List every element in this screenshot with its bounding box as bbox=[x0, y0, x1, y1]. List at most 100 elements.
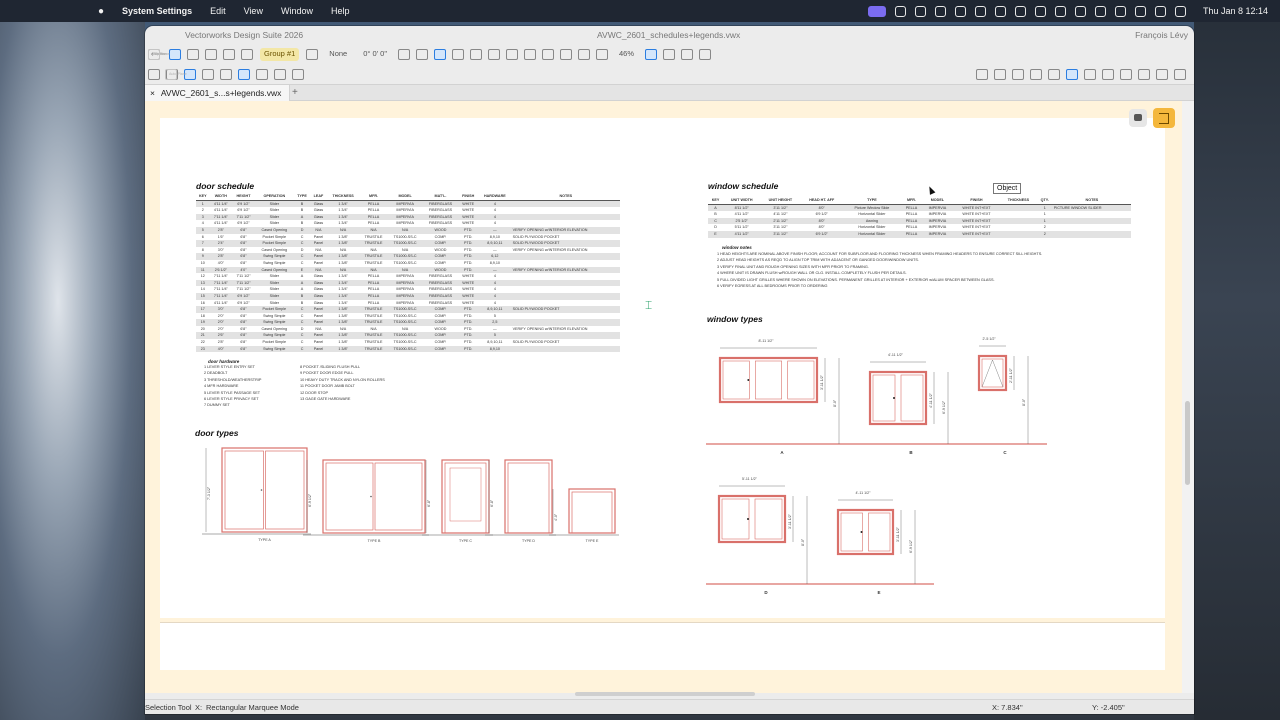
box-icon[interactable] bbox=[1048, 68, 1060, 80]
scrollbar-thumb[interactable] bbox=[1185, 401, 1190, 485]
door-schedule-row[interactable]: 15 7'11 1/4" 6'9 1/2" Slider B Glass 1 3/4" PEL… bbox=[196, 292, 620, 300]
door-schedule-row[interactable]: 1 4'11 1/4" 6'9 1/2" Slider B Glass 1 3/4" PELL… bbox=[196, 200, 620, 208]
add-tab-button[interactable]: + bbox=[292, 87, 298, 98]
door-schedule-row[interactable]: 21 2'6" 6'8" Swing Simple C Panel 1 3/8" TRUSTI… bbox=[196, 332, 620, 340]
image-icon[interactable] bbox=[1084, 68, 1096, 80]
menu-help[interactable]: Help bbox=[331, 6, 350, 16]
zoom-field[interactable]: 46% bbox=[615, 48, 638, 61]
document-tab[interactable]: × AVWC_2601_s...s+legends.vwx bbox=[145, 85, 290, 101]
menu-view[interactable]: View bbox=[244, 6, 263, 16]
status-icon[interactable] bbox=[934, 5, 946, 17]
apple-icon[interactable]: ● bbox=[98, 6, 104, 17]
vertical-scrollbar[interactable] bbox=[1182, 101, 1194, 693]
menu-app-name[interactable]: System Settings bbox=[122, 6, 192, 16]
window-schedule-row[interactable]: D 5'11 1/2" 3'11 1/2" 8'0" Horizontal Slider… bbox=[708, 224, 1131, 231]
rectangle-mode-icon[interactable] bbox=[220, 68, 232, 80]
camera-icon[interactable] bbox=[1129, 109, 1147, 127]
door-schedule-row[interactable]: 6 1'6" 6'8" Pocket Simple C Panel 1 3/8" TRUSTI… bbox=[196, 234, 620, 241]
cube-icon[interactable] bbox=[1030, 68, 1042, 80]
bluetooth-icon[interactable] bbox=[1074, 5, 1086, 17]
door-schedule-row[interactable]: 10 4'0" 6'8" Swing Simple C Panel 1 3/8" TRUSTI… bbox=[196, 260, 620, 267]
close-icon[interactable]: × bbox=[150, 88, 155, 98]
door-type-elevation[interactable] bbox=[303, 458, 431, 537]
fit-icon[interactable] bbox=[663, 48, 676, 60]
window-schedule-row[interactable]: E 4'11 1/2" 3'11 1/2" 6'9 1/2" Horizontal Sl… bbox=[708, 230, 1131, 238]
traffic-lights[interactable] bbox=[153, 31, 179, 39]
horizontal-scrollbar[interactable] bbox=[575, 692, 755, 696]
door-type-elevation[interactable] bbox=[202, 446, 313, 536]
door-schedule-row[interactable]: 17 3'0" 6'8" Pocket Simple C Panel 1 3/8" TRUST… bbox=[196, 306, 620, 313]
balloon-mode-icon[interactable] bbox=[274, 68, 286, 80]
battery-icon[interactable] bbox=[1034, 5, 1046, 17]
options-mode-icon[interactable] bbox=[292, 68, 304, 80]
door-schedule-row[interactable]: 4 4'11 1/4" 6'9 1/2" Slider B Glass 1 3/4" PELL… bbox=[196, 220, 620, 227]
snap-grid-icon[interactable] bbox=[434, 48, 446, 60]
volume-icon[interactable] bbox=[1054, 5, 1066, 17]
zoom-icon[interactable] bbox=[645, 48, 658, 60]
door-schedule-row[interactable]: 22 2'8" 6'8" Pocket Simple C Panel 1 3/8" TRUST… bbox=[196, 339, 620, 346]
door-schedule-row[interactable]: 16 4'11 1/4" 6'9 1/2" Slider B Glass 1 3/4" PEL… bbox=[196, 300, 620, 307]
window-type-elevation[interactable] bbox=[717, 344, 848, 446]
door-schedule-row[interactable]: 23 4'0" 6'8" Swing Simple C Panel 1 3/8" TRUSTI… bbox=[196, 345, 620, 353]
settings-icon[interactable] bbox=[1012, 68, 1024, 80]
status-icon[interactable] bbox=[954, 5, 966, 17]
snap-tangent-icon[interactable] bbox=[524, 48, 536, 60]
color-icon[interactable] bbox=[994, 68, 1006, 80]
plane-toggle-icon[interactable] bbox=[165, 68, 177, 80]
door-type-elevation[interactable] bbox=[485, 458, 558, 537]
view-icon[interactable] bbox=[1066, 68, 1078, 80]
layers-icon[interactable] bbox=[187, 48, 199, 60]
walkthrough-icon[interactable] bbox=[578, 48, 590, 60]
window-type-elevation[interactable] bbox=[976, 342, 1037, 446]
search-icon[interactable] bbox=[1134, 5, 1146, 17]
door-schedule-row[interactable]: 20 2'0" 6'8" Cased Opening D N/A N/A N/A N/A WOOD… bbox=[196, 326, 620, 333]
classes-icon[interactable] bbox=[205, 48, 217, 60]
door-schedule-row[interactable]: 18 2'0" 6'8" Swing Simple C Panel 1 3/8" TRUSTI… bbox=[196, 313, 620, 320]
door-schedule-row[interactable]: 9 2'8" 6'8" Swing Simple C Panel 1 3/8" TRUSTIL… bbox=[196, 253, 620, 260]
menubar-clock[interactable]: Thu Jan 8 12:14 bbox=[1203, 6, 1268, 16]
clock-icon[interactable] bbox=[1014, 5, 1026, 17]
door-schedule-row[interactable]: 7 2'4" 6'8" Pocket Simple C Panel 1 3/8" TRUSTI… bbox=[196, 240, 620, 247]
window-schedule-table[interactable]: KEY UNIT WIDTH UNIT HEIGHT HEAD HT. AFF TYPE… bbox=[708, 197, 1131, 238]
screen-share-icon[interactable] bbox=[867, 5, 886, 17]
text-size-icon[interactable] bbox=[398, 48, 410, 60]
active-class-select[interactable]: Group #1 bbox=[260, 47, 300, 61]
freehand-mode-icon[interactable] bbox=[256, 68, 268, 80]
lighting-icon[interactable] bbox=[1120, 68, 1132, 80]
door-schedule-row[interactable]: 14 7'11 1/4" 7'11 1/2" Slider A Glass 1 3/4" PE… bbox=[196, 286, 620, 293]
door-schedule-row[interactable]: 3 7'11 1/4" 7'11 1/2" Slider A Glass 1 3/4" PEL… bbox=[196, 213, 620, 221]
rotation-field[interactable]: 0° 0' 0" bbox=[359, 48, 391, 61]
door-schedule-row[interactable]: 8 3'0" 6'8" Cased Opening D N/A N/A N/A N/A WOOD P… bbox=[196, 247, 620, 254]
more-icon[interactable] bbox=[1174, 68, 1186, 80]
menu-edit[interactable]: Edit bbox=[210, 6, 226, 16]
siri-icon[interactable] bbox=[1174, 5, 1186, 17]
door-type-elevation[interactable] bbox=[422, 458, 495, 537]
door-schedule-row[interactable]: 12 7'11 1/4" 7'11 1/2" Slider A Glass 1 3/4" PE… bbox=[196, 273, 620, 280]
display-icon[interactable] bbox=[994, 5, 1006, 17]
fly-icon[interactable] bbox=[596, 48, 608, 60]
battery-icon[interactable] bbox=[1094, 5, 1106, 17]
door-type-elevation[interactable] bbox=[549, 487, 621, 537]
visibility-icon[interactable] bbox=[699, 48, 712, 60]
window-type-elevation[interactable] bbox=[716, 482, 816, 586]
door-schedule-row[interactable]: 2 4'11 1/4" 6'9 1/2" Slider B Glass 1 3/4" PELL… bbox=[196, 207, 620, 214]
sheet-icon[interactable] bbox=[223, 48, 235, 60]
snap-intersect-icon[interactable] bbox=[470, 48, 482, 60]
gear-icon[interactable] bbox=[542, 48, 554, 60]
polygon-mode-icon[interactable] bbox=[238, 68, 250, 80]
door-schedule-row[interactable]: 5 2'8" 6'8" Cased Opening D N/A N/A N/A N/A WOOD P… bbox=[196, 226, 620, 234]
cart-icon[interactable] bbox=[1138, 68, 1150, 80]
fullscreen-icon[interactable] bbox=[681, 48, 694, 60]
wifi-icon[interactable] bbox=[1114, 5, 1126, 17]
exit-group-icon[interactable] bbox=[1153, 108, 1175, 128]
menu-window[interactable]: Window bbox=[281, 6, 313, 16]
grid-view-icon[interactable] bbox=[1156, 68, 1168, 80]
pause-icon[interactable] bbox=[560, 48, 572, 60]
user-name[interactable]: François Lévy bbox=[1135, 30, 1188, 40]
lasso-mode-icon[interactable] bbox=[202, 68, 214, 80]
window-schedule-row[interactable]: B 4'11 1/2" 4'11 1/2" 6'9 1/2" Horizontal Sl… bbox=[708, 211, 1131, 218]
status-icon[interactable] bbox=[914, 5, 926, 17]
snap-distance-icon[interactable] bbox=[488, 48, 500, 60]
door-schedule-row[interactable]: 19 2'0" 6'8" Swing Simple C Panel 1 3/8" TRUSTI… bbox=[196, 319, 620, 326]
window-schedule-row[interactable]: A 8'11 1/2" 3'11 1/2" 8'0" Picture Window Sl… bbox=[708, 204, 1131, 212]
